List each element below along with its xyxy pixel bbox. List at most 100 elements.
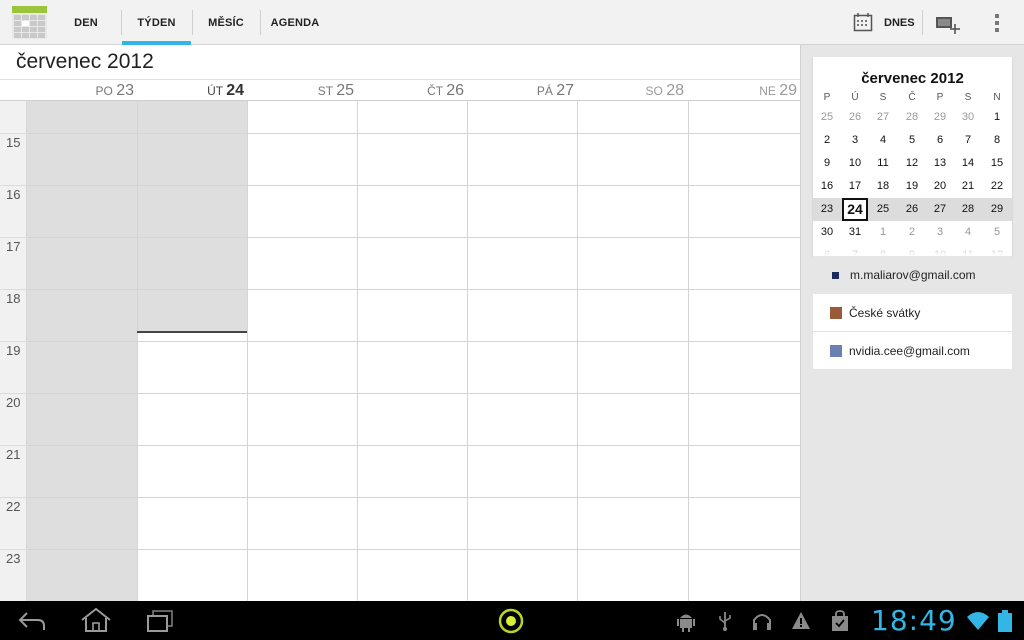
- battery-icon[interactable]: [997, 610, 1013, 632]
- mini-day[interactable]: 6: [926, 129, 954, 152]
- mini-weekday-label: S: [879, 92, 887, 103]
- new-event-icon[interactable]: [935, 13, 961, 35]
- headphones-icon[interactable]: [752, 610, 772, 632]
- mini-day[interactable]: 5: [983, 221, 1011, 244]
- mini-day[interactable]: 2: [813, 129, 841, 152]
- quick-launch-circle-icon[interactable]: [498, 608, 524, 634]
- day-header-fri[interactable]: PÁ 27: [467, 80, 577, 101]
- back-icon[interactable]: [18, 610, 46, 632]
- mini-calendar-title: červenec 2012: [861, 70, 964, 87]
- mini-day[interactable]: 28: [954, 198, 982, 221]
- mini-day[interactable]: 3: [926, 221, 954, 244]
- hour-label: 16: [6, 187, 21, 202]
- hour-line: [27, 393, 800, 394]
- today-button[interactable]: DNES: [884, 0, 915, 45]
- mini-day[interactable]: 27: [926, 198, 954, 221]
- mini-day[interactable]: 18: [869, 175, 897, 198]
- mini-day[interactable]: 1: [869, 221, 897, 244]
- calendar-color-swatch: [830, 344, 842, 357]
- mini-day[interactable]: 1: [983, 106, 1011, 129]
- tab-day[interactable]: DEN: [62, 0, 110, 45]
- mini-day[interactable]: 25: [813, 106, 841, 129]
- mini-day[interactable]: 10: [841, 152, 869, 175]
- mini-day[interactable]: 21: [954, 175, 982, 198]
- mini-day[interactable]: 14: [954, 152, 982, 175]
- overflow-menu-icon[interactable]: [994, 13, 1000, 33]
- mini-day[interactable]: 29: [983, 198, 1011, 221]
- tab-agenda[interactable]: AGENDA: [261, 0, 329, 45]
- hour-line: [27, 133, 800, 134]
- day-header-thu[interactable]: ČT 26: [357, 80, 467, 101]
- mini-day[interactable]: 23: [813, 198, 841, 221]
- day-header-sun[interactable]: NE 29: [687, 80, 800, 101]
- calendar-name: m.maliarov@gmail.com: [850, 268, 976, 282]
- toolbar-separator: [922, 10, 923, 35]
- wifi-icon[interactable]: [967, 611, 989, 631]
- hour-line: [0, 393, 27, 394]
- hour-label: 18: [6, 291, 21, 306]
- day-header-wed[interactable]: ST 25: [247, 80, 357, 101]
- calendar-item[interactable]: nvidia.cee@gmail.com: [813, 332, 1012, 370]
- mini-week-row: 9 10 11 12 13 14 15: [813, 152, 1012, 175]
- mini-day[interactable]: 22: [983, 175, 1011, 198]
- tab-agenda-label: AGENDA: [270, 16, 320, 29]
- day-header-sat[interactable]: SO 28: [577, 80, 687, 101]
- day-abbr: NE: [759, 84, 776, 98]
- today-calendar-icon[interactable]: [853, 12, 873, 32]
- mini-day[interactable]: 13: [926, 152, 954, 175]
- mini-day[interactable]: 30: [813, 221, 841, 244]
- calendar-item[interactable]: m.maliarov@gmail.com: [813, 256, 1012, 294]
- calendar-app-icon[interactable]: [12, 6, 47, 39]
- mini-weekday-label: P: [936, 92, 944, 103]
- tab-week[interactable]: TÝDEN: [122, 0, 191, 45]
- mini-day[interactable]: 25: [869, 198, 897, 221]
- day-header-mon[interactable]: PO 23: [27, 80, 137, 101]
- mini-day[interactable]: 12: [898, 152, 926, 175]
- mini-day[interactable]: 20: [926, 175, 954, 198]
- mini-day[interactable]: 26: [841, 106, 869, 129]
- hour-line: [0, 289, 27, 290]
- mini-day[interactable]: 30: [954, 106, 982, 129]
- mini-day[interactable]: 8: [983, 129, 1011, 152]
- recent-apps-icon[interactable]: [146, 609, 174, 633]
- home-icon[interactable]: [80, 607, 112, 633]
- tab-week-label: TÝDEN: [137, 16, 176, 29]
- calendar-item[interactable]: České svátky: [813, 294, 1012, 332]
- mini-day[interactable]: 4: [954, 221, 982, 244]
- mini-day[interactable]: 19: [898, 175, 926, 198]
- mini-day-today[interactable]: 24: [842, 198, 868, 221]
- mini-day[interactable]: 4: [869, 129, 897, 152]
- day-column-line: [247, 101, 248, 601]
- day-number: 28: [666, 82, 684, 99]
- mini-day[interactable]: 27: [869, 106, 897, 129]
- calendar-app: DEN TÝDEN MĚSÍC AGENDA DNES červenec 201…: [0, 0, 1024, 640]
- mini-calendar-fade: [813, 244, 1012, 256]
- shopping-bag-icon[interactable]: [830, 610, 850, 632]
- calendar-name: České svátky: [849, 305, 921, 320]
- mini-day[interactable]: 7: [954, 129, 982, 152]
- day-abbr: ČT: [427, 84, 443, 98]
- mini-day[interactable]: 9: [813, 152, 841, 175]
- mini-day[interactable]: 29: [926, 106, 954, 129]
- mini-weekday-label: P: [823, 92, 831, 103]
- mini-day[interactable]: 3: [841, 129, 869, 152]
- mini-day[interactable]: 15: [983, 152, 1011, 175]
- mini-month-calendar[interactable]: červenec 2012 P Ú S Č P S N 25 26 27 28 …: [813, 57, 1012, 256]
- mini-day[interactable]: 2: [898, 221, 926, 244]
- android-debug-icon[interactable]: [677, 610, 695, 632]
- hour-line: [27, 341, 800, 342]
- mini-day[interactable]: 16: [813, 175, 841, 198]
- day-header-tue[interactable]: ÚT 24: [137, 80, 247, 101]
- week-time-grid[interactable]: 15 16 17 18 19 20 21 22 23: [0, 101, 800, 601]
- mini-day[interactable]: 31: [841, 221, 869, 244]
- warning-icon[interactable]: [791, 611, 811, 631]
- day-column-line: [357, 101, 358, 601]
- mini-day[interactable]: 11: [869, 152, 897, 175]
- mini-day[interactable]: 17: [841, 175, 869, 198]
- mini-day[interactable]: 5: [898, 129, 926, 152]
- hour-line: [27, 237, 800, 238]
- mini-day[interactable]: 28: [898, 106, 926, 129]
- mini-day[interactable]: 26: [898, 198, 926, 221]
- tab-month[interactable]: MĚSÍC: [193, 0, 259, 45]
- usb-icon[interactable]: [717, 610, 733, 632]
